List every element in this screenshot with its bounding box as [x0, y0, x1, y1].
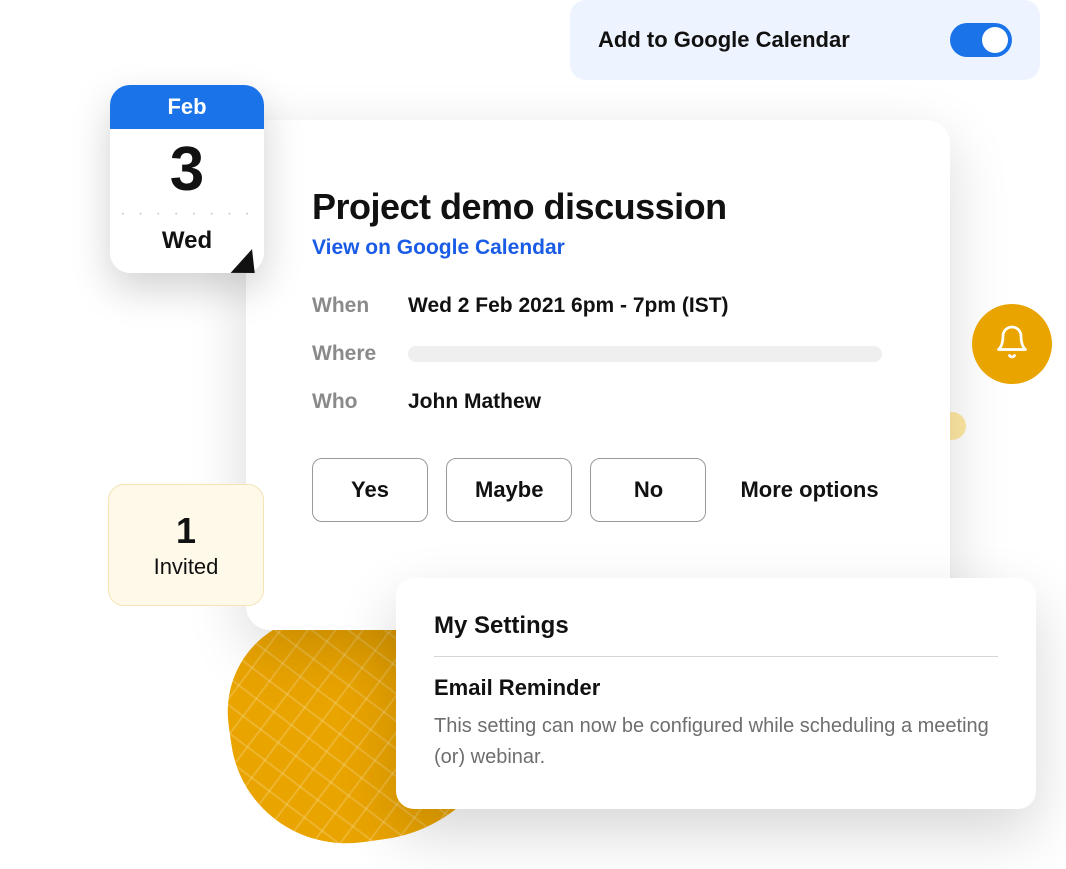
- settings-card: My Settings Email Reminder This setting …: [396, 578, 1036, 809]
- settings-subtitle: Email Reminder: [434, 675, 998, 701]
- when-label: When: [312, 294, 408, 318]
- bell-icon: [994, 324, 1030, 365]
- google-calendar-toggle-card: Add to Google Calendar: [570, 0, 1040, 80]
- where-placeholder: [408, 346, 882, 362]
- event-where-row: Where: [312, 342, 892, 366]
- where-label: Where: [312, 342, 408, 366]
- date-month: Feb: [110, 85, 264, 129]
- rsvp-yes-button[interactable]: Yes: [312, 458, 428, 522]
- invited-card: 1 Invited: [108, 484, 264, 606]
- invited-count: 1: [109, 510, 263, 552]
- toggle-label: Add to Google Calendar: [598, 27, 850, 53]
- toggle-knob: [982, 27, 1008, 53]
- who-label: Who: [312, 390, 408, 414]
- who-value: John Mathew: [408, 390, 541, 414]
- view-on-google-calendar-link[interactable]: View on Google Calendar: [312, 236, 565, 260]
- date-badge: Feb 3 · · · · · · · · Wed: [110, 85, 264, 273]
- rsvp-no-button[interactable]: No: [590, 458, 706, 522]
- event-who-row: Who John Mathew: [312, 390, 892, 414]
- event-title: Project demo discussion: [312, 186, 892, 228]
- date-day: 3: [110, 129, 264, 201]
- date-divider: · · · · · · · ·: [110, 201, 264, 227]
- settings-description: This setting can now be configured while…: [434, 711, 998, 773]
- when-value: Wed 2 Feb 2021 6pm - 7pm (IST): [408, 294, 729, 318]
- google-calendar-toggle[interactable]: [950, 23, 1012, 57]
- event-card: Project demo discussion View on Google C…: [246, 120, 950, 630]
- invited-label: Invited: [109, 554, 263, 580]
- rsvp-row: Yes Maybe No More options: [312, 458, 892, 522]
- event-when-row: When Wed 2 Feb 2021 6pm - 7pm (IST): [312, 294, 892, 318]
- rsvp-maybe-button[interactable]: Maybe: [446, 458, 572, 522]
- more-options-link[interactable]: More options: [740, 477, 878, 503]
- notification-button[interactable]: [972, 304, 1052, 384]
- settings-title: My Settings: [434, 612, 998, 657]
